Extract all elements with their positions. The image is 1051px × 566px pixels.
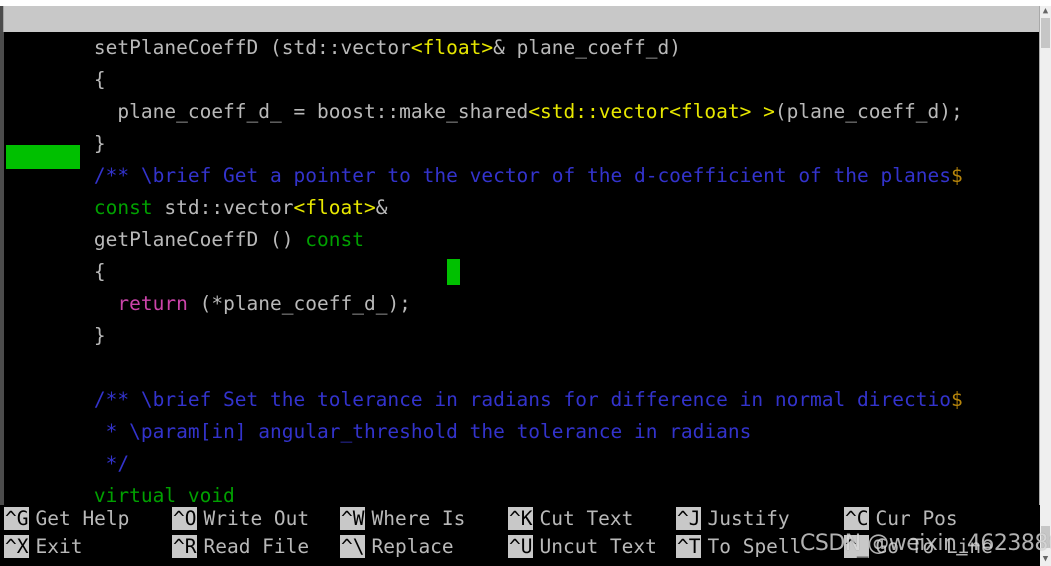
code-line: */ xyxy=(0,448,129,480)
text-cursor xyxy=(447,259,460,285)
scroll-up-arrow-icon[interactable]: ▲ xyxy=(1041,6,1050,17)
code-line: /** \brief Set the tolerance in radians … xyxy=(0,384,963,416)
code-token-plain: { xyxy=(0,68,106,91)
code-line: /** \brief Get a pointer to the vector o… xyxy=(0,160,963,192)
code-token-comment: */ xyxy=(105,452,130,475)
shortcut-key: ^T xyxy=(676,535,702,558)
code-token-plain: (plane_coeff_d); xyxy=(774,100,963,123)
code-token-kw: const xyxy=(93,196,153,219)
shortcut-key: ^G xyxy=(4,507,30,530)
shortcut-label: Get Help xyxy=(35,507,130,530)
shortcut-key: ^W xyxy=(340,507,366,530)
shortcut-read-file[interactable]: ^R Read File xyxy=(172,533,309,561)
code-token-type: <float> xyxy=(410,36,494,59)
shortcut-get-help[interactable]: ^G Get Help xyxy=(4,505,129,533)
code-line: * \param[in] angular_threshold the toler… xyxy=(0,416,752,448)
code-token-plain: std::vector xyxy=(152,196,294,219)
code-token-plain: } xyxy=(0,324,106,347)
code-token-plain: & plane_coeff_d) xyxy=(493,36,681,59)
shortcut-justify[interactable]: ^J Justify xyxy=(676,505,790,533)
shortcut-label: Read File xyxy=(203,535,310,558)
code-token-cont: $ xyxy=(950,388,963,411)
code-token-kw: virtual void xyxy=(93,484,235,505)
shortcut-key: ^U xyxy=(508,535,534,558)
code-token-plain: { xyxy=(0,260,106,283)
shortcut-key: ^C xyxy=(844,507,870,530)
code-token-ret: return xyxy=(117,292,188,315)
code-line: virtual void xyxy=(0,480,235,505)
code-line: } xyxy=(0,320,106,352)
shortcut-label: Cut Text xyxy=(539,507,634,530)
code-token-comment: /** \brief Set the tolerance in radians … xyxy=(93,388,951,411)
code-line: { xyxy=(0,64,106,96)
vertical-scrollbar[interactable]: ▲ ▼ xyxy=(1039,6,1051,566)
nano-editor-window: segmentation/include/pcl/segmentation/pl… xyxy=(0,0,1051,566)
code-token-type: <float> xyxy=(293,196,376,219)
code-line: getPlaneCoeffD () const xyxy=(0,224,364,256)
shortcut-label: Cur Pos xyxy=(875,507,958,530)
csdn-watermark: CSDN @weixin_46238869 xyxy=(800,531,1051,556)
scrollbar-thumb[interactable] xyxy=(1041,18,1050,48)
code-token-comment: * \param[in] angular_threshold the toler… xyxy=(105,420,752,443)
shortcut-write-out[interactable]: ^O Write Out xyxy=(172,505,309,533)
code-token-type: <std::vector<float> > xyxy=(528,100,775,123)
shortcut-row-primary: ^G Get Help ^O Write Out ^W Where Is ^K Cut Tex… xyxy=(0,505,1040,533)
shortcut-where-is[interactable]: ^W Where Is xyxy=(340,505,465,533)
code-line: setPlaneCoeffD (std::vector<float>& plan… xyxy=(0,32,681,64)
selection-block xyxy=(6,145,80,169)
shortcut-label: Write Out xyxy=(203,507,310,530)
code-token-comment: /** \brief Get a pointer to the vector o… xyxy=(93,164,951,187)
shortcut-label: Exit xyxy=(35,535,83,558)
shortcut-key: ^K xyxy=(508,507,534,530)
code-token-plain: plane_coeff_d_ = boost::make_shared xyxy=(0,100,529,123)
shortcut-exit[interactable]: ^X Exit xyxy=(4,533,82,561)
code-line: return (*plane_coeff_d_); xyxy=(0,288,411,320)
shortcut-uncut-text[interactable]: ^U Uncut Text xyxy=(508,533,657,561)
shortcut-replace[interactable]: ^\ Replace xyxy=(340,533,454,561)
shortcut-key: ^R xyxy=(172,535,198,558)
shortcut-label: To Spell xyxy=(707,535,802,558)
shortcut-key: ^J xyxy=(676,507,702,530)
shortcut-label: Where Is xyxy=(371,507,466,530)
code-token-cont: $ xyxy=(950,164,963,187)
shortcut-cur-pos[interactable]: ^C Cur Pos xyxy=(844,505,958,533)
code-token-plain: getPlaneCoeffD () xyxy=(0,228,306,251)
shortcut-label: Replace xyxy=(371,535,454,558)
shortcut-cut-text[interactable]: ^K Cut Text xyxy=(508,505,633,533)
code-token-plain: setPlaneCoeffD (std::vector xyxy=(0,36,411,59)
shortcut-key: ^O xyxy=(172,507,198,530)
code-line: const std::vector<float>& xyxy=(0,192,388,224)
code-token-plain: & xyxy=(375,196,388,219)
title-bar: segmentation/include/pcl/segmentation/pl… xyxy=(3,6,1040,32)
shortcut-key: ^X xyxy=(4,535,30,558)
code-line: { xyxy=(0,256,106,288)
editor-text-area[interactable]: setPlaneCoeffD (std::vector<float>& plan… xyxy=(0,32,1040,505)
shortcut-key: ^\ xyxy=(340,535,366,558)
shortcut-label: Uncut Text xyxy=(539,535,657,558)
window-left-edge xyxy=(0,6,4,560)
code-line: plane_coeff_d_ = boost::make_shared<std:… xyxy=(0,96,963,128)
shortcut-to-spell[interactable]: ^T To Spell xyxy=(676,533,801,561)
code-token-plain: (*plane_coeff_d_); xyxy=(187,292,411,315)
code-token-kw: const xyxy=(305,228,364,251)
shortcut-label: Justify xyxy=(707,507,790,530)
